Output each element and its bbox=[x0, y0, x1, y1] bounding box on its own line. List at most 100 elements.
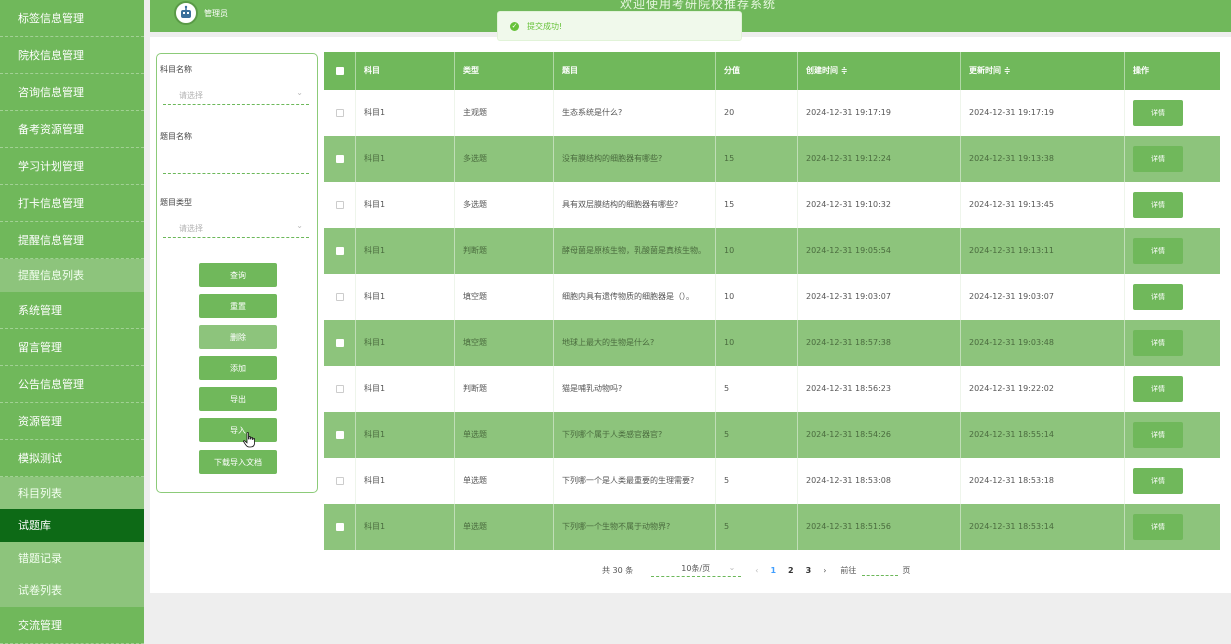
cell-actions: 详情 bbox=[1125, 504, 1220, 550]
query-button[interactable]: 查询 bbox=[199, 263, 277, 287]
import-button[interactable]: 导入 bbox=[199, 418, 277, 442]
page-1-button[interactable]: 1 bbox=[770, 566, 776, 575]
detail-button[interactable]: 详情 bbox=[1133, 238, 1183, 264]
detail-button[interactable]: 详情 bbox=[1133, 100, 1183, 126]
question-label: 题目名称 bbox=[160, 132, 192, 141]
sidebar-item-resources[interactable]: 资源管理 bbox=[0, 403, 144, 440]
sidebar-item-mock-test[interactable]: 模拟测试 bbox=[0, 440, 144, 477]
question-table: 科目 类型 题目 分值 创建时间 ≑ 更新时间 ≑ 操作 科目1 主观题 生态系统是… bbox=[324, 52, 1220, 550]
row-checkbox[interactable] bbox=[335, 477, 344, 485]
cell-subject: 科目1 bbox=[356, 274, 455, 320]
row-checkbox[interactable] bbox=[335, 109, 344, 117]
sidebar-item-label: 试卷列表 bbox=[18, 584, 62, 598]
cell-type: 判断题 bbox=[455, 228, 554, 274]
page-size-select[interactable]: 10条/页 ⌄ bbox=[651, 563, 742, 577]
page-3-button[interactable]: 3 bbox=[806, 566, 812, 575]
row-checkbox[interactable] bbox=[335, 385, 344, 393]
row-select-cell bbox=[324, 136, 356, 182]
table-row: 科目1 填空题 细胞内具有遗传物质的细胞器是（）。 10 2024-12-31 19:0… bbox=[324, 274, 1220, 320]
add-button[interactable]: 添加 bbox=[199, 356, 277, 380]
sidebar-item-system[interactable]: 系统管理 bbox=[0, 292, 144, 329]
detail-button[interactable]: 详情 bbox=[1133, 284, 1183, 310]
sidebar-item-checkin-info[interactable]: 打卡信息管理 bbox=[0, 185, 144, 222]
chevron-down-icon: ⌄ bbox=[296, 221, 303, 230]
row-select-cell bbox=[324, 366, 356, 412]
cell-subject: 科目1 bbox=[356, 458, 455, 504]
question-input[interactable] bbox=[163, 154, 309, 174]
sidebar-item-wrong-answers[interactable]: 错题记录 bbox=[0, 541, 144, 574]
cell-actions: 详情 bbox=[1125, 274, 1220, 320]
detail-button[interactable]: 详情 bbox=[1133, 422, 1183, 448]
prev-page-button[interactable]: ‹ bbox=[755, 566, 758, 575]
sidebar-item-subject-list[interactable]: 科目列表 bbox=[0, 476, 144, 509]
sidebar-item-consult-info[interactable]: 咨询信息管理 bbox=[0, 74, 144, 111]
cell-actions: 详情 bbox=[1125, 136, 1220, 182]
cell-created-time: 2024-12-31 18:54:26 bbox=[798, 412, 961, 458]
sidebar-item-paper-list[interactable]: 试卷列表 bbox=[0, 574, 144, 607]
reset-button[interactable]: 重置 bbox=[199, 294, 277, 318]
cell-type: 单选题 bbox=[455, 504, 554, 550]
robot-avatar-icon[interactable] bbox=[174, 1, 198, 25]
goto-label: 前往 bbox=[840, 565, 857, 575]
row-select-cell bbox=[324, 182, 356, 228]
cell-question: 下列哪一个生物不属于动物界? bbox=[554, 504, 716, 550]
detail-button[interactable]: 详情 bbox=[1133, 376, 1183, 402]
sidebar-item-messages[interactable]: 留言管理 bbox=[0, 329, 144, 366]
cell-updated-time: 2024-12-31 19:17:19 bbox=[961, 90, 1125, 136]
subject-select[interactable]: 请选择 ⌄ bbox=[163, 85, 309, 105]
cell-updated-time: 2024-12-31 18:55:14 bbox=[961, 412, 1125, 458]
type-select[interactable]: 请选择 ⌄ bbox=[163, 218, 309, 238]
sidebar-item-label: 模拟测试 bbox=[18, 451, 62, 465]
detail-button[interactable]: 详情 bbox=[1133, 146, 1183, 172]
next-page-button[interactable]: › bbox=[823, 566, 826, 575]
page-2-button[interactable]: 2 bbox=[788, 566, 794, 575]
detail-button[interactable]: 详情 bbox=[1133, 192, 1183, 218]
sidebar-item-study-plan[interactable]: 学习计划管理 bbox=[0, 148, 144, 185]
sidebar-item-label: 标签信息管理 bbox=[18, 12, 84, 25]
sidebar-item-reminder-list[interactable]: 提醒信息列表 bbox=[0, 259, 144, 292]
detail-button[interactable]: 详情 bbox=[1133, 468, 1183, 494]
cell-created-time: 2024-12-31 19:03:07 bbox=[798, 274, 961, 320]
detail-button[interactable]: 详情 bbox=[1133, 330, 1183, 356]
sidebar-item-reminder-info[interactable]: 提醒信息管理 bbox=[0, 222, 144, 259]
header-updated-time[interactable]: 更新时间 ≑ bbox=[961, 52, 1125, 90]
row-checkbox[interactable] bbox=[335, 293, 344, 301]
sidebar-item-school-info[interactable]: 院校信息管理 bbox=[0, 37, 144, 74]
download-template-button[interactable]: 下载导入文档 bbox=[199, 450, 277, 474]
detail-button[interactable]: 详情 bbox=[1133, 514, 1183, 540]
sidebar-item-prep-resources[interactable]: 备考资源管理 bbox=[0, 111, 144, 148]
row-select-cell bbox=[324, 412, 356, 458]
sidebar-item-discussion[interactable]: 交流管理 bbox=[0, 607, 144, 644]
cell-question: 生态系统是什么? bbox=[554, 90, 716, 136]
row-checkbox[interactable] bbox=[335, 339, 344, 347]
row-checkbox[interactable] bbox=[335, 431, 344, 439]
header-created-time[interactable]: 创建时间 ≑ bbox=[798, 52, 961, 90]
cell-subject: 科目1 bbox=[356, 320, 455, 366]
cell-created-time: 2024-12-31 18:53:08 bbox=[798, 458, 961, 504]
cell-score: 5 bbox=[716, 504, 798, 550]
toast-text: 提交成功! bbox=[527, 21, 563, 31]
sidebar-item-label: 留言管理 bbox=[18, 340, 62, 354]
chevron-down-icon: ⌄ bbox=[296, 88, 303, 97]
header-question: 题目 bbox=[554, 52, 716, 90]
row-checkbox[interactable] bbox=[335, 523, 344, 531]
table-row: 科目1 多选题 没有膜结构的细胞器有哪些? 15 2024-12-31 19:12:24… bbox=[324, 136, 1220, 182]
cell-subject: 科目1 bbox=[356, 412, 455, 458]
sidebar-item-tag-info[interactable]: 标签信息管理 bbox=[0, 0, 144, 37]
row-checkbox[interactable] bbox=[335, 201, 344, 209]
cell-subject: 科目1 bbox=[356, 228, 455, 274]
cell-actions: 详情 bbox=[1125, 366, 1220, 412]
cell-updated-time: 2024-12-31 18:53:14 bbox=[961, 504, 1125, 550]
row-checkbox[interactable] bbox=[335, 247, 344, 255]
table-body: 科目1 主观题 生态系统是什么? 20 2024-12-31 19:17:19 2024-… bbox=[324, 90, 1220, 550]
user-name[interactable]: 管理员 bbox=[204, 8, 228, 19]
sidebar-item-notice-info[interactable]: 公告信息管理 bbox=[0, 366, 144, 403]
select-all-checkbox[interactable] bbox=[335, 67, 344, 75]
cell-subject: 科目1 bbox=[356, 366, 455, 412]
delete-button[interactable]: 删除 bbox=[199, 325, 277, 349]
row-checkbox[interactable] bbox=[335, 155, 344, 163]
sidebar-item-question-bank[interactable]: 试题库 bbox=[0, 509, 144, 542]
export-button[interactable]: 导出 bbox=[199, 387, 277, 411]
goto-page-input[interactable] bbox=[862, 564, 899, 576]
cell-actions: 详情 bbox=[1125, 182, 1220, 228]
